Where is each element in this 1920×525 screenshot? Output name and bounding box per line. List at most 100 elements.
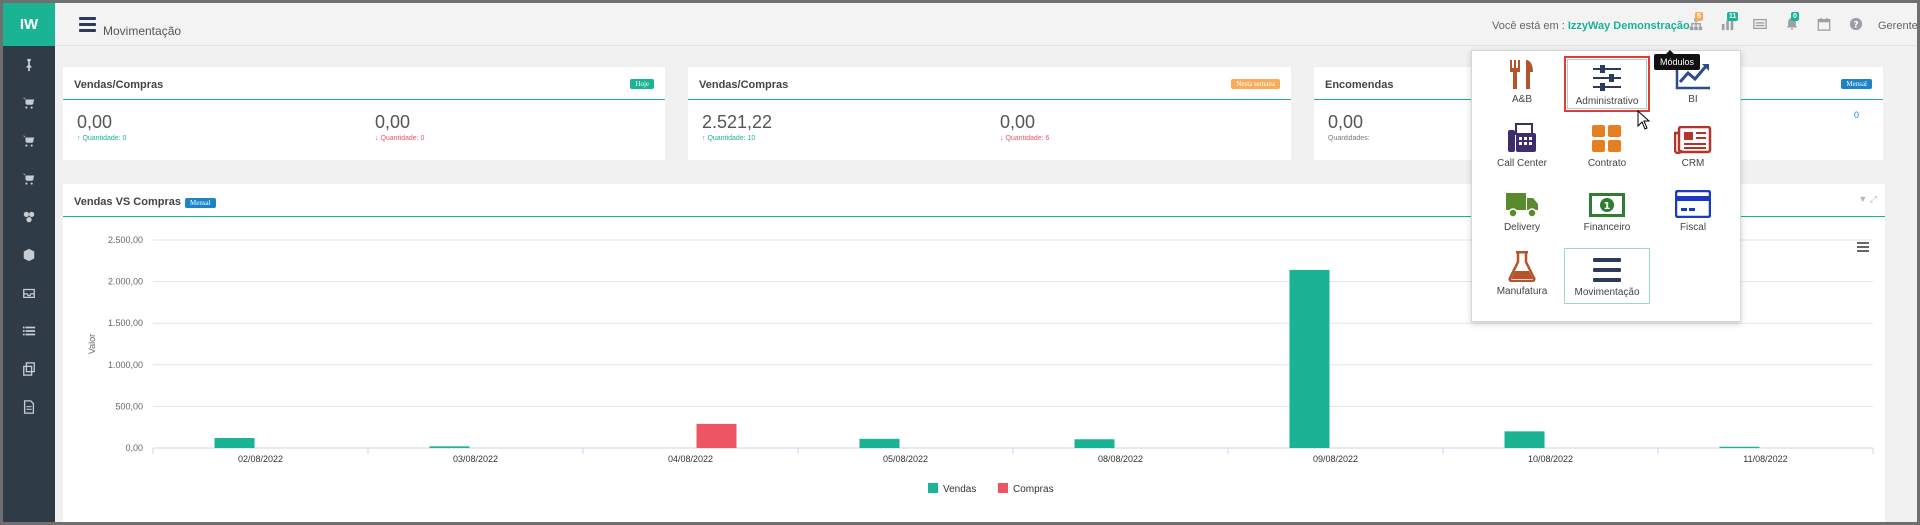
card-period-tag: Nesta semana bbox=[1231, 79, 1280, 89]
module-label: Administrativo bbox=[1575, 96, 1639, 107]
sidebar: IW bbox=[3, 3, 55, 522]
module-financeiro[interactable]: 1 Financeiro bbox=[1564, 184, 1650, 240]
card-title: Encomendas bbox=[1325, 79, 1394, 91]
cart-icon[interactable] bbox=[3, 84, 55, 122]
location-prefix: Você está em : bbox=[1492, 20, 1565, 32]
stat-quantity: ↓ Quantidade: 6 bbox=[1000, 135, 1050, 142]
stat-quantity-text: 0 bbox=[1854, 110, 1860, 120]
inbox-icon[interactable] bbox=[3, 274, 55, 312]
bar-vendas bbox=[1289, 269, 1330, 448]
modules-tooltip: Módulos bbox=[1654, 50, 1701, 70]
list-icon[interactable] bbox=[1753, 17, 1767, 31]
module-call-center[interactable]: Call Center bbox=[1479, 120, 1565, 176]
money-icon: 1 bbox=[1564, 184, 1650, 218]
copy-icon[interactable] bbox=[3, 350, 55, 388]
expand-icon[interactable]: ⤢ bbox=[1870, 194, 1877, 204]
app-window: IW Movimentação Você está em : IzzyWay D… bbox=[0, 0, 1920, 525]
cart-icon[interactable] bbox=[3, 122, 55, 160]
module-label: Movimentação bbox=[1574, 287, 1640, 298]
stat-card: Vendas/Compras Hoje 0,00 ↑ Quantidade: 0 0,0… bbox=[63, 67, 665, 160]
bar-vendas bbox=[214, 438, 255, 448]
module-delivery[interactable]: Delivery bbox=[1479, 184, 1565, 240]
document-icon[interactable] bbox=[3, 388, 55, 426]
stat-quantity-text: Quantidades: bbox=[1328, 135, 1370, 142]
module-label: CRM bbox=[1681, 158, 1705, 169]
stat-quantity: ↑ Quantidade: 10 bbox=[702, 135, 756, 142]
fax-icon bbox=[1479, 120, 1565, 154]
bar-vendas bbox=[429, 446, 470, 448]
x-tick-label: 10/08/2022 bbox=[1528, 454, 1573, 464]
help-icon[interactable]: ? bbox=[1849, 17, 1863, 31]
box-icon[interactable] bbox=[3, 236, 55, 274]
menu-toggle-icon[interactable] bbox=[79, 17, 96, 32]
stat-right: 0 bbox=[1854, 110, 1860, 120]
x-tick-label: 05/08/2022 bbox=[883, 454, 928, 464]
module-administrativo[interactable]: Administrativo bbox=[1564, 56, 1650, 112]
logo[interactable]: IW bbox=[3, 3, 55, 46]
chart-title-text: Vendas VS Compras bbox=[74, 196, 181, 208]
module-manufatura[interactable]: Manufatura bbox=[1479, 248, 1565, 304]
card-header: Vendas/Compras Hoje bbox=[63, 67, 665, 100]
x-tick-label: 08/08/2022 bbox=[1098, 454, 1143, 464]
notifications-badge: 0 bbox=[1791, 12, 1799, 21]
legend-swatch bbox=[998, 483, 1008, 493]
stat-value: 0,00 bbox=[77, 112, 113, 132]
x-tick-label: 04/08/2022 bbox=[668, 454, 713, 464]
module-a-b[interactable]: A&B bbox=[1479, 56, 1565, 112]
list-icon[interactable] bbox=[3, 312, 55, 350]
bar-compras bbox=[696, 423, 737, 448]
bell-icon[interactable]: 0 bbox=[1785, 12, 1799, 31]
module-fiscal[interactable]: Fiscal bbox=[1650, 184, 1736, 240]
stat-quantity: ↓ Quantidade: 0 bbox=[375, 135, 425, 142]
stat-quantity-text: Quantidade: 6 bbox=[1005, 135, 1050, 142]
stat-left: 0,00 Quantidades: bbox=[1328, 112, 1370, 142]
stat-quantity-text: Quantidade: 0 bbox=[380, 135, 425, 142]
y-tick-label: 1.500,00 bbox=[108, 318, 143, 328]
boxes-icon[interactable] bbox=[3, 198, 55, 236]
calendar-icon[interactable] bbox=[1817, 17, 1831, 31]
module-label: A&B bbox=[1511, 94, 1532, 105]
svg-text:1: 1 bbox=[1604, 201, 1611, 212]
module-label: Call Center bbox=[1496, 158, 1548, 169]
x-tick-label: 03/08/2022 bbox=[453, 454, 498, 464]
legend-label: Compras bbox=[1013, 484, 1054, 495]
y-tick-label: 1.000,00 bbox=[108, 360, 143, 370]
legend-swatch bbox=[928, 483, 938, 493]
bar-vendas bbox=[1719, 446, 1760, 448]
y-tick-label: 2.000,00 bbox=[108, 277, 143, 287]
pin-icon[interactable] bbox=[3, 46, 55, 84]
page-title: Movimentação bbox=[103, 24, 182, 38]
card-title: Vendas/Compras bbox=[74, 79, 164, 91]
stat-right: 0,00 ↓ Quantidade: 6 bbox=[1000, 112, 1049, 142]
filter-icon[interactable]: ▼ bbox=[1858, 194, 1867, 204]
chart-title: Vendas VS Compras Mensal bbox=[74, 196, 216, 208]
sitemap-icon[interactable]: 5 bbox=[1689, 12, 1703, 31]
y-tick-label: 2.500,00 bbox=[108, 235, 143, 245]
stat-value: 0,00 bbox=[375, 112, 411, 132]
module-label: Financeiro bbox=[1583, 222, 1631, 233]
module-label: Contrato bbox=[1587, 158, 1627, 169]
y-tick-label: 500,00 bbox=[115, 401, 143, 411]
x-tick-label: 11/08/2022 bbox=[1743, 454, 1787, 464]
stat-quantity: ↑ Quantidade: 0 bbox=[77, 135, 127, 142]
modules-badge: 11 bbox=[1727, 12, 1739, 21]
cart-icon[interactable] bbox=[3, 160, 55, 198]
truck-icon bbox=[1479, 184, 1565, 218]
user-menu[interactable]: Gerente bbox=[1878, 20, 1917, 32]
location-link[interactable]: IzzyWay Demonstração bbox=[1568, 20, 1690, 32]
alerts-badge: 5 bbox=[1695, 12, 1703, 21]
bar-vendas bbox=[1504, 431, 1545, 448]
card-header: Vendas/Compras Nesta semana bbox=[688, 67, 1291, 100]
module-label: Fiscal bbox=[1679, 222, 1707, 233]
stat-quantity-text: Quantidade: 0 bbox=[82, 135, 127, 142]
module-crm[interactable]: CRM bbox=[1650, 120, 1736, 176]
svg-text:?: ? bbox=[1853, 21, 1858, 31]
location: Você está em : IzzyWay Demonstração bbox=[1492, 20, 1690, 32]
modules-dropdown: A&B Administrativo BI Call Center Contrato CR… bbox=[1471, 50, 1741, 322]
modules-icon[interactable]: 11 bbox=[1721, 12, 1739, 31]
stat-value: 2.521,22 bbox=[702, 112, 773, 132]
stat-value: 0,00 bbox=[1328, 112, 1364, 132]
module-label: Delivery bbox=[1503, 222, 1541, 233]
module-movimenta-o[interactable]: Movimentação bbox=[1564, 248, 1650, 304]
module-label: BI bbox=[1688, 94, 1698, 105]
